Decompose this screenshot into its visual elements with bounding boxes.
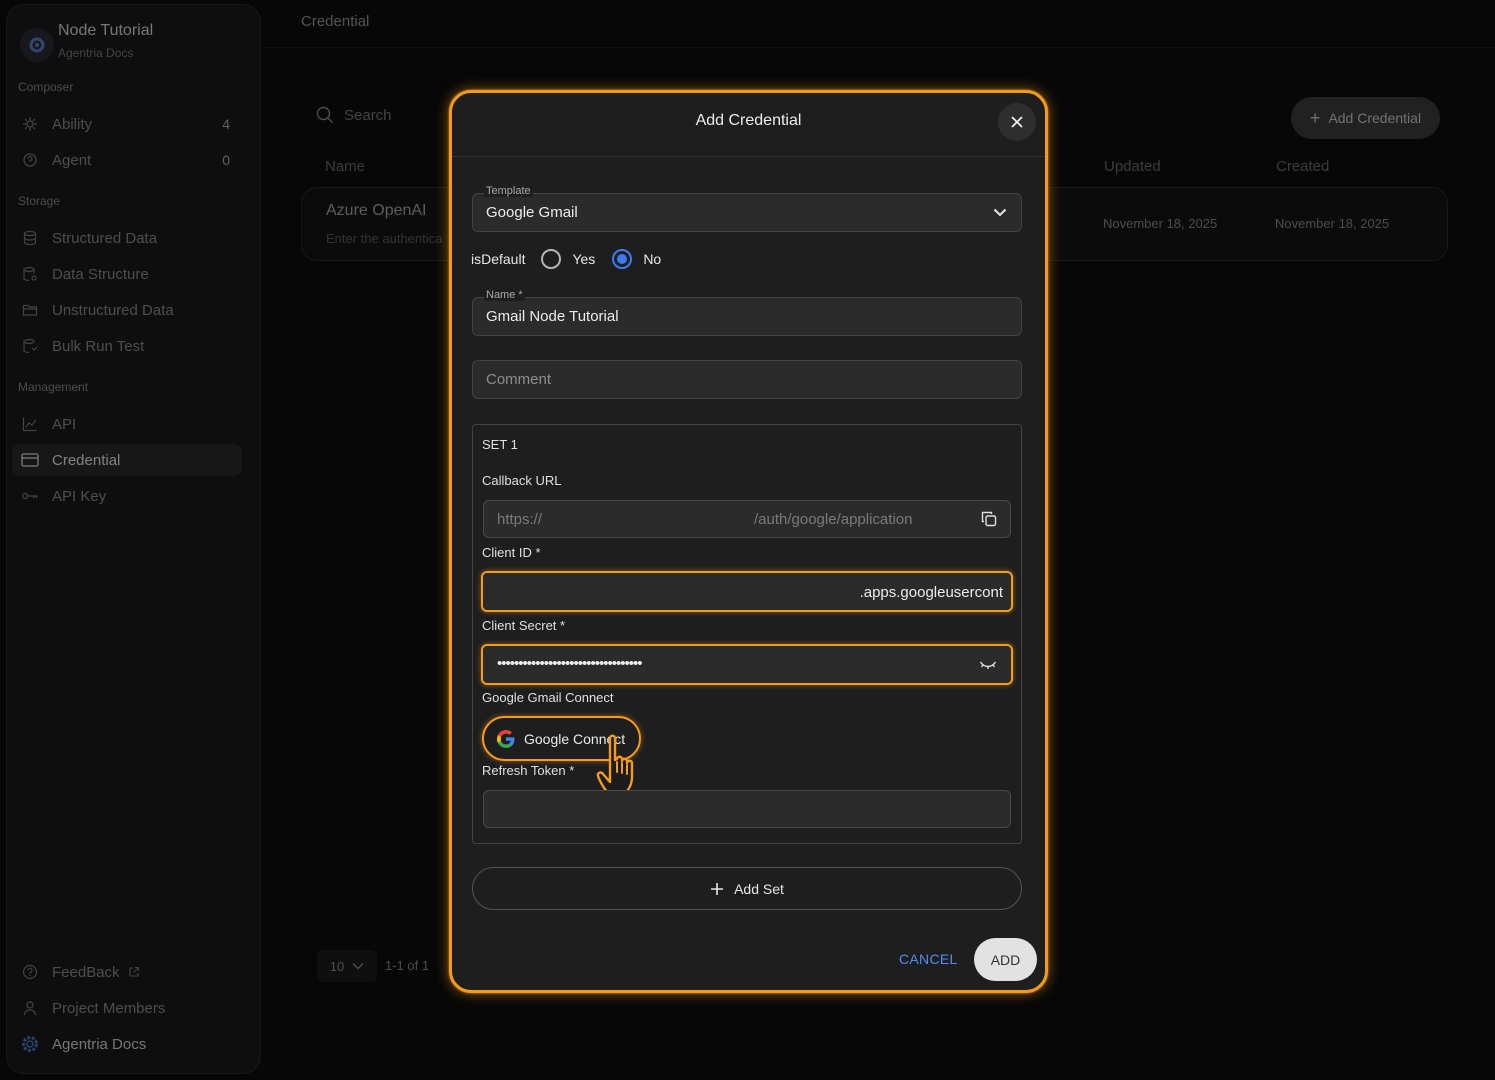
template-value: Google Gmail	[486, 204, 578, 221]
chevron-down-icon	[993, 208, 1007, 217]
add-set-button[interactable]: Add Set	[472, 867, 1022, 910]
plus-icon	[710, 882, 724, 896]
callback-url-field: https:// /auth/google/application	[483, 500, 1011, 538]
isdefault-radio-group: isDefault Yes No	[471, 249, 661, 269]
client-secret-value: ••••••••••••••••••••••••••••••••••	[497, 655, 643, 672]
client-id-label: Client ID *	[482, 545, 541, 560]
google-gmail-connect-label: Google Gmail Connect	[482, 690, 614, 705]
add-button[interactable]: ADD	[974, 938, 1037, 981]
template-label: Template	[484, 185, 533, 197]
name-field[interactable]: Gmail Node Tutorial	[472, 297, 1022, 336]
add-button-label: ADD	[990, 951, 1021, 968]
radio-yes[interactable]	[541, 249, 562, 269]
callback-url-suffix: /auth/google/application	[754, 511, 913, 528]
eye-closed-icon[interactable]	[979, 659, 997, 671]
name-value: Gmail Node Tutorial	[486, 308, 619, 325]
add-set-label: Add Set	[734, 880, 784, 897]
radio-no[interactable]	[612, 249, 633, 269]
isdefault-label: isDefault	[471, 251, 526, 267]
modal-title: Add Credential	[695, 112, 802, 129]
template-select[interactable]: Google Gmail	[472, 193, 1022, 232]
client-secret-field[interactable]: ••••••••••••••••••••••••••••••••••	[481, 644, 1013, 685]
refresh-token-label: Refresh Token *	[482, 763, 575, 778]
callback-url-label: Callback URL	[482, 473, 562, 488]
cancel-button[interactable]: CANCEL	[899, 951, 958, 967]
client-id-value: .apps.googleusercont	[859, 584, 1003, 601]
copy-icon[interactable]	[981, 511, 997, 527]
modal-divider	[452, 156, 1045, 157]
set-title: SET 1	[482, 437, 518, 452]
refresh-token-field[interactable]	[483, 790, 1011, 828]
close-icon	[1010, 115, 1024, 129]
client-secret-label: Client Secret *	[482, 618, 566, 633]
comment-field[interactable]: Comment	[472, 360, 1022, 399]
radio-no-label: No	[643, 251, 662, 267]
google-logo-icon	[496, 729, 516, 749]
callback-url-prefix: https://	[497, 511, 543, 528]
radio-yes-label: Yes	[572, 251, 596, 267]
name-label: Name *	[484, 289, 525, 301]
close-button[interactable]	[998, 103, 1036, 141]
comment-placeholder: Comment	[486, 371, 552, 388]
client-id-field[interactable]: .apps.googleusercont	[481, 571, 1013, 612]
